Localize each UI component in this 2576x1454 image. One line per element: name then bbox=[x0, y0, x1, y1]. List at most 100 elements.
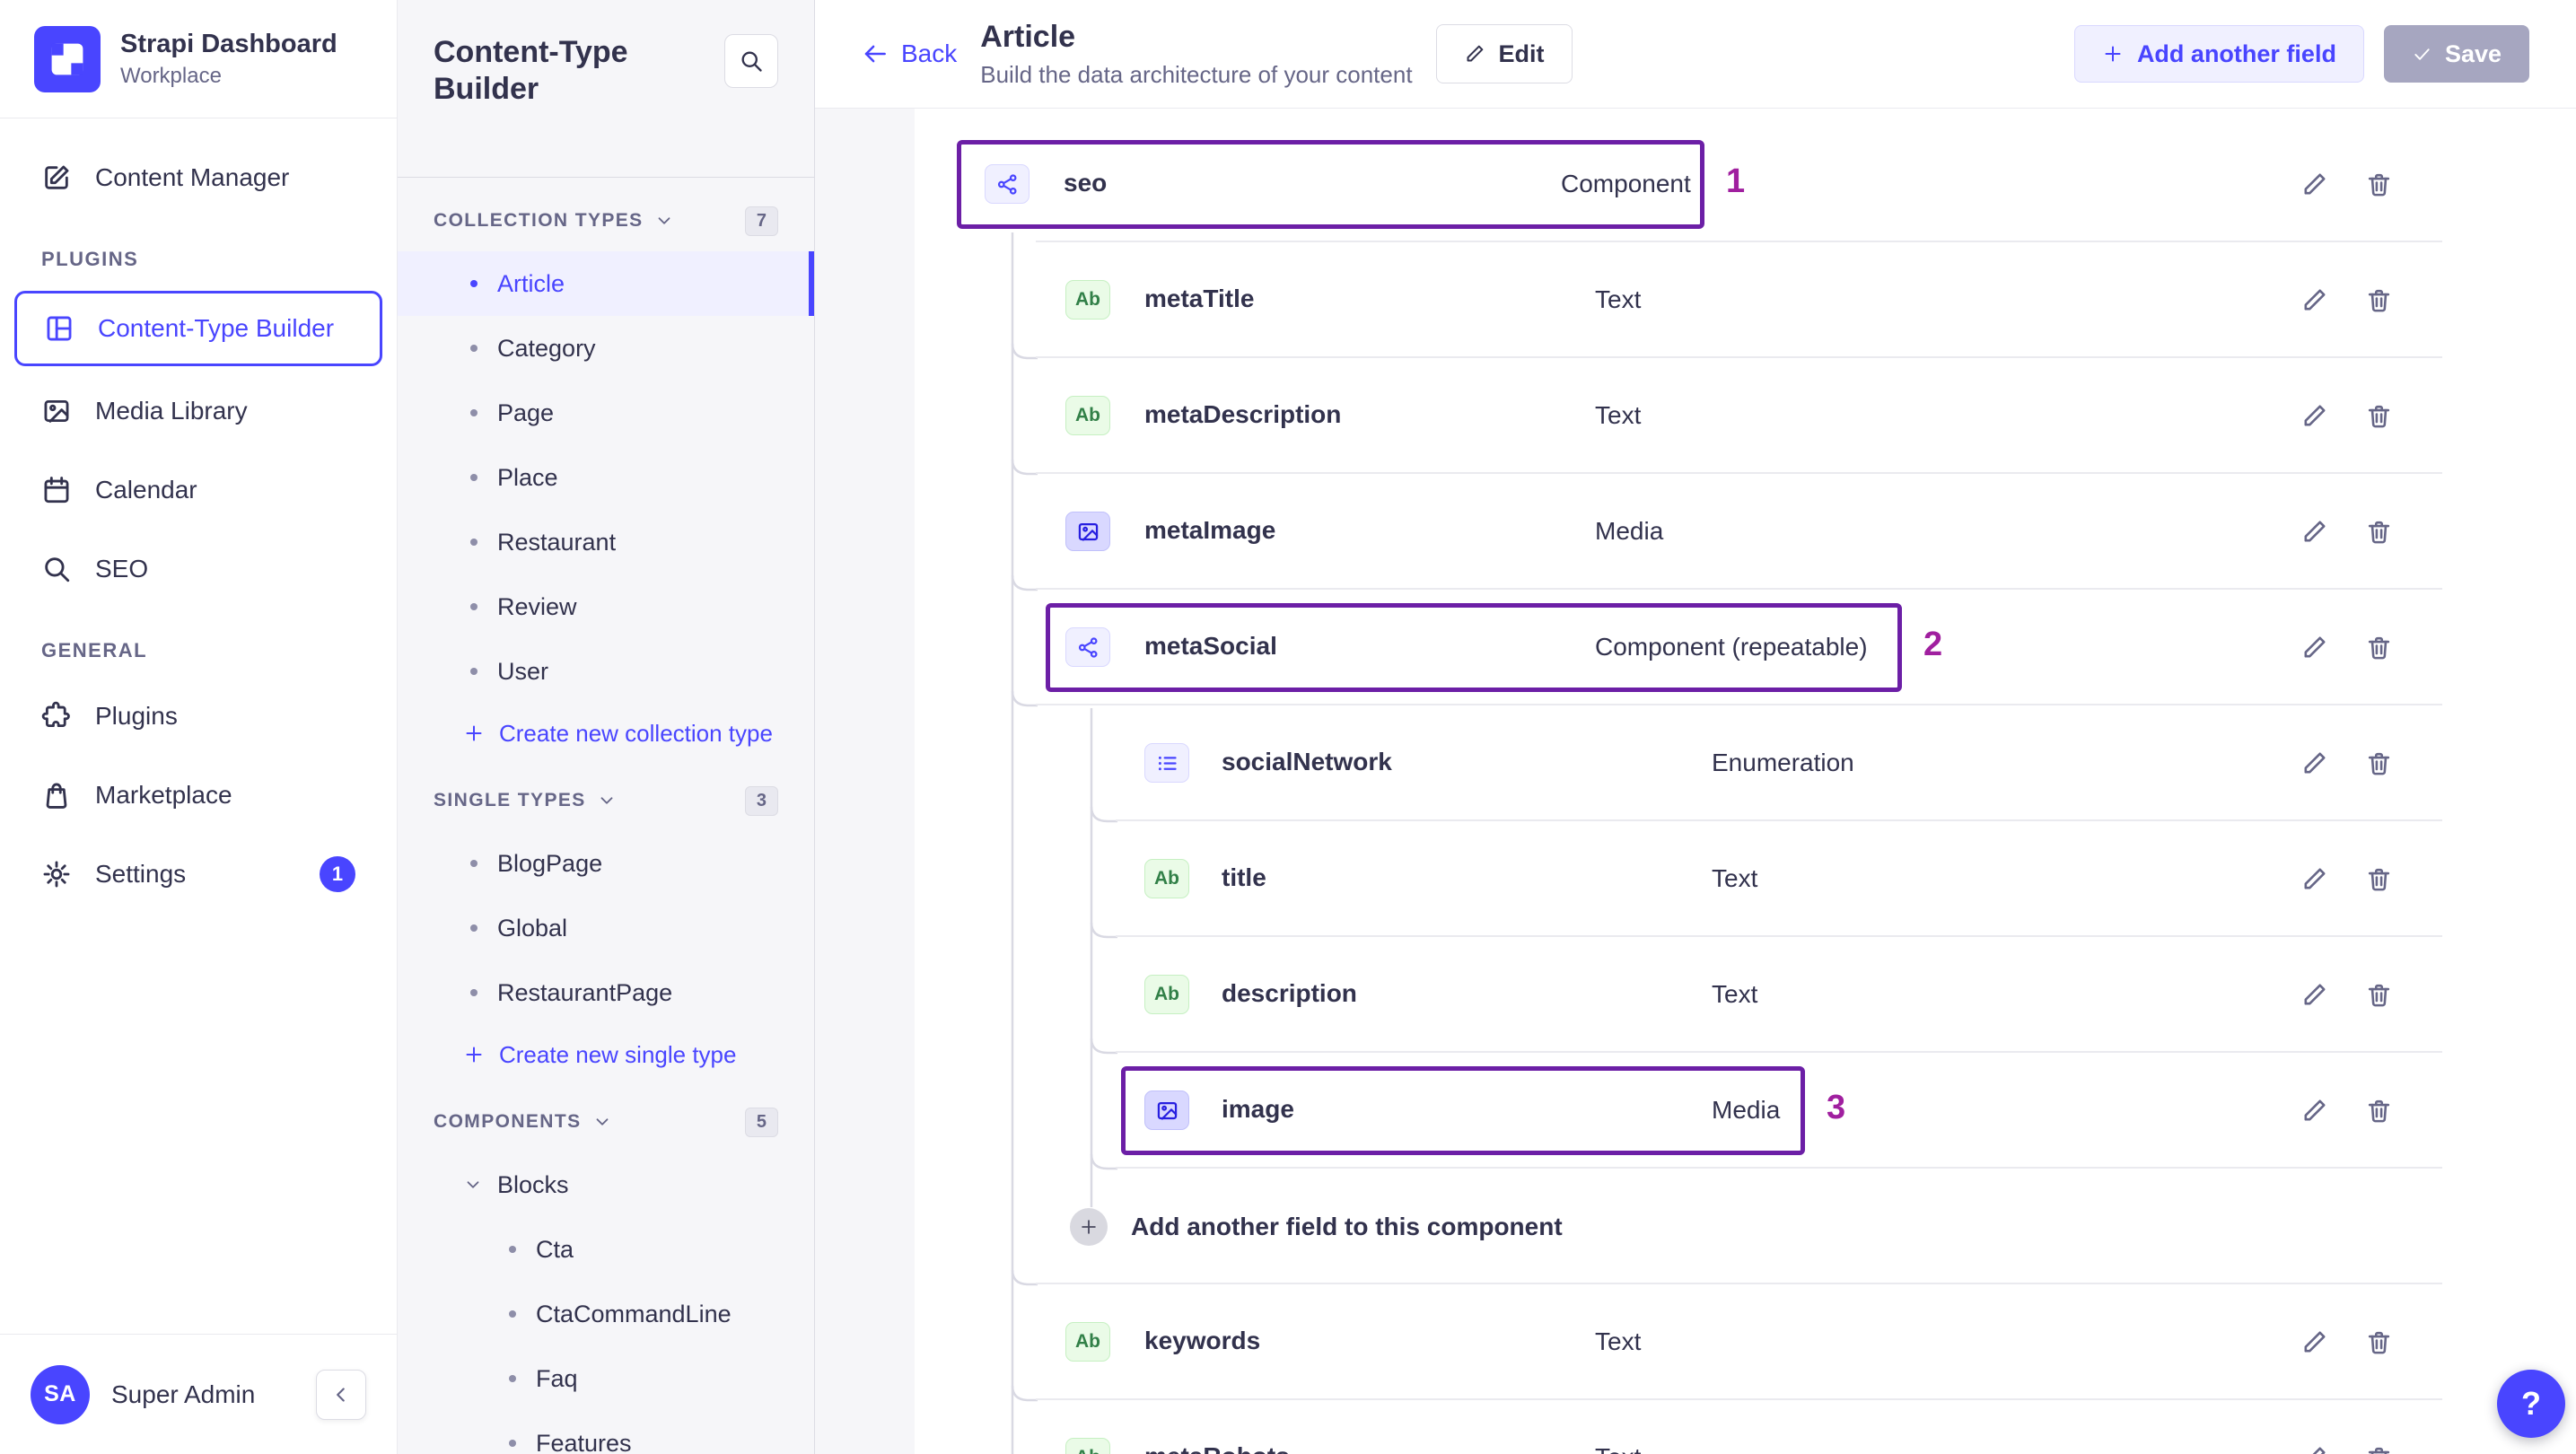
ctb-sidebar: Content-Type Builder COLLECTION TYPES 7 Ar… bbox=[398, 0, 815, 1454]
sidebar-item-marketplace[interactable]: Marketplace bbox=[0, 756, 397, 835]
type-item-article[interactable]: Article bbox=[398, 251, 814, 316]
field-row-socialnetwork: socialNetwork Enumeration bbox=[957, 705, 2442, 821]
field-type: Text bbox=[1595, 401, 1642, 429]
delete-field-button[interactable] bbox=[2361, 1324, 2396, 1360]
delete-field-button[interactable] bbox=[2361, 1440, 2396, 1454]
fields-card: 1 seo Component Ab metaTitle Text Ab metaDescri… bbox=[915, 109, 2576, 1454]
create-new-single-type-link[interactable]: Create new single type bbox=[398, 1025, 814, 1084]
field-type: Component bbox=[1561, 170, 1691, 197]
edit-field-button[interactable] bbox=[2296, 1324, 2332, 1360]
delete-field-button[interactable] bbox=[2361, 745, 2396, 781]
field-name: description bbox=[1222, 979, 1357, 1007]
add-field-to-component-row[interactable]: Add another field to this component bbox=[957, 1169, 2442, 1284]
add-another-field-button[interactable]: Add another field bbox=[2073, 25, 2364, 83]
puzzle-icon bbox=[41, 701, 72, 731]
edit-field-button[interactable] bbox=[2296, 513, 2332, 549]
create-new-collection-type-link[interactable]: Create new collection type bbox=[398, 704, 814, 763]
field-name: metaRobots bbox=[1144, 1442, 1290, 1454]
section-count-badge: 5 bbox=[744, 1107, 778, 1137]
help-button[interactable]: ? bbox=[2497, 1370, 2565, 1438]
sidebar-item-content-type-builder[interactable]: Content-Type Builder bbox=[14, 291, 382, 366]
component-item-faq[interactable]: Faq bbox=[398, 1346, 814, 1411]
delete-field-button[interactable] bbox=[2361, 166, 2396, 202]
collapse-sidebar-button[interactable] bbox=[316, 1369, 366, 1420]
text-field-icon: Ab bbox=[1065, 1322, 1110, 1362]
type-item-restaurant[interactable]: Restaurant bbox=[398, 510, 814, 574]
type-item-restaurantpage[interactable]: RestaurantPage bbox=[398, 960, 814, 1025]
media-field-icon bbox=[1065, 512, 1110, 551]
delete-field-button[interactable] bbox=[2361, 861, 2396, 897]
type-item-review[interactable]: Review bbox=[398, 574, 814, 639]
field-row-seo: 1 seo Component bbox=[957, 127, 2442, 242]
sidebar-item-label: Calendar bbox=[95, 476, 197, 504]
field-type: Text bbox=[1712, 864, 1758, 892]
type-item-label: Article bbox=[497, 269, 565, 297]
workspace-title: Strapi Dashboard bbox=[120, 29, 337, 58]
delete-field-button[interactable] bbox=[2361, 513, 2396, 549]
workspace-switcher[interactable]: Strapi Dashboard Workplace bbox=[0, 0, 397, 118]
sidebar-item-settings[interactable]: Settings 1 bbox=[0, 835, 397, 914]
delete-field-button[interactable] bbox=[2361, 1092, 2396, 1128]
delete-field-button[interactable] bbox=[2361, 977, 2396, 1012]
edit-field-button[interactable] bbox=[2296, 745, 2332, 781]
component-item-ctacommandline[interactable]: CtaCommandLine bbox=[398, 1282, 814, 1346]
edit-field-button[interactable] bbox=[2296, 861, 2332, 897]
edit-button[interactable]: Edit bbox=[1435, 24, 1573, 83]
section-header-single-types[interactable]: SINGLE TYPES 3 bbox=[398, 763, 814, 831]
edit-field-button[interactable] bbox=[2296, 166, 2332, 202]
edit-field-button[interactable] bbox=[2296, 1440, 2332, 1454]
type-item-label: Restaurant bbox=[497, 528, 617, 556]
sidebar-item-seo[interactable]: SEO bbox=[0, 530, 397, 609]
edit-field-button[interactable] bbox=[2296, 282, 2332, 318]
page-title: Article bbox=[980, 19, 1076, 54]
section-header-collection-types[interactable]: COLLECTION TYPES 7 bbox=[398, 183, 814, 251]
sidebar-item-label: Settings bbox=[95, 860, 187, 888]
field-row-metarobots: Ab metaRobots Text bbox=[957, 1400, 2442, 1454]
plus-icon bbox=[463, 723, 485, 744]
type-item-blogpage[interactable]: BlogPage bbox=[398, 831, 814, 896]
component-category-blocks[interactable]: Blocks bbox=[398, 1152, 814, 1217]
sidebar-item-calendar[interactable]: Calendar bbox=[0, 451, 397, 530]
sidebar-item-media-library[interactable]: Media Library bbox=[0, 372, 397, 451]
back-link[interactable]: Back bbox=[862, 39, 957, 68]
sidebar-item-label: SEO bbox=[95, 555, 149, 582]
component-item-features[interactable]: Features bbox=[398, 1411, 814, 1454]
plus-circle-icon[interactable] bbox=[1070, 1208, 1108, 1246]
plus-icon bbox=[2102, 43, 2124, 65]
delete-field-button[interactable] bbox=[2361, 398, 2396, 434]
edit-field-button[interactable] bbox=[2296, 629, 2332, 665]
page-subtitle: Build the data architecture of your cont… bbox=[980, 60, 1413, 88]
media-field-icon bbox=[1144, 1090, 1189, 1130]
component-item-label: CtaCommandLine bbox=[536, 1300, 732, 1327]
field-name: seo bbox=[1064, 169, 1108, 197]
enumeration-field-icon bbox=[1144, 743, 1189, 783]
delete-field-button[interactable] bbox=[2361, 282, 2396, 318]
save-button[interactable]: Save bbox=[2383, 25, 2529, 83]
sidebar-item-plugins[interactable]: Plugins bbox=[0, 677, 397, 756]
annotation-number: 3 bbox=[1827, 1089, 1846, 1126]
field-row-title: Ab title Text bbox=[957, 821, 2442, 937]
type-item-place[interactable]: Place bbox=[398, 445, 814, 510]
type-item-page[interactable]: Page bbox=[398, 381, 814, 445]
component-item-cta[interactable]: Cta bbox=[398, 1217, 814, 1282]
edit-field-button[interactable] bbox=[2296, 398, 2332, 434]
edit-field-button[interactable] bbox=[2296, 977, 2332, 1012]
field-name: metaSocial bbox=[1144, 632, 1277, 660]
avatar[interactable]: SA bbox=[31, 1364, 90, 1424]
settings-notification-badge: 1 bbox=[320, 856, 355, 892]
shopping-bag-icon bbox=[41, 780, 72, 810]
type-item-category[interactable]: Category bbox=[398, 316, 814, 381]
delete-field-button[interactable] bbox=[2361, 629, 2396, 665]
search-button[interactable] bbox=[724, 34, 778, 88]
sidebar-item-content-manager[interactable]: Content Manager bbox=[0, 138, 397, 217]
section-header-components[interactable]: COMPONENTS 5 bbox=[398, 1084, 814, 1152]
back-arrow-icon bbox=[862, 40, 889, 67]
type-item-global[interactable]: Global bbox=[398, 896, 814, 960]
field-row-metasocial: 2 metaSocial Component (repeatable) bbox=[957, 590, 2442, 705]
component-category-label: Blocks bbox=[497, 1170, 569, 1198]
bullet-dot bbox=[470, 280, 478, 287]
edit-field-button[interactable] bbox=[2296, 1092, 2332, 1128]
field-row-metadescription: Ab metaDescription Text bbox=[957, 358, 2442, 474]
type-item-user[interactable]: User bbox=[398, 639, 814, 704]
field-name: title bbox=[1222, 863, 1266, 891]
